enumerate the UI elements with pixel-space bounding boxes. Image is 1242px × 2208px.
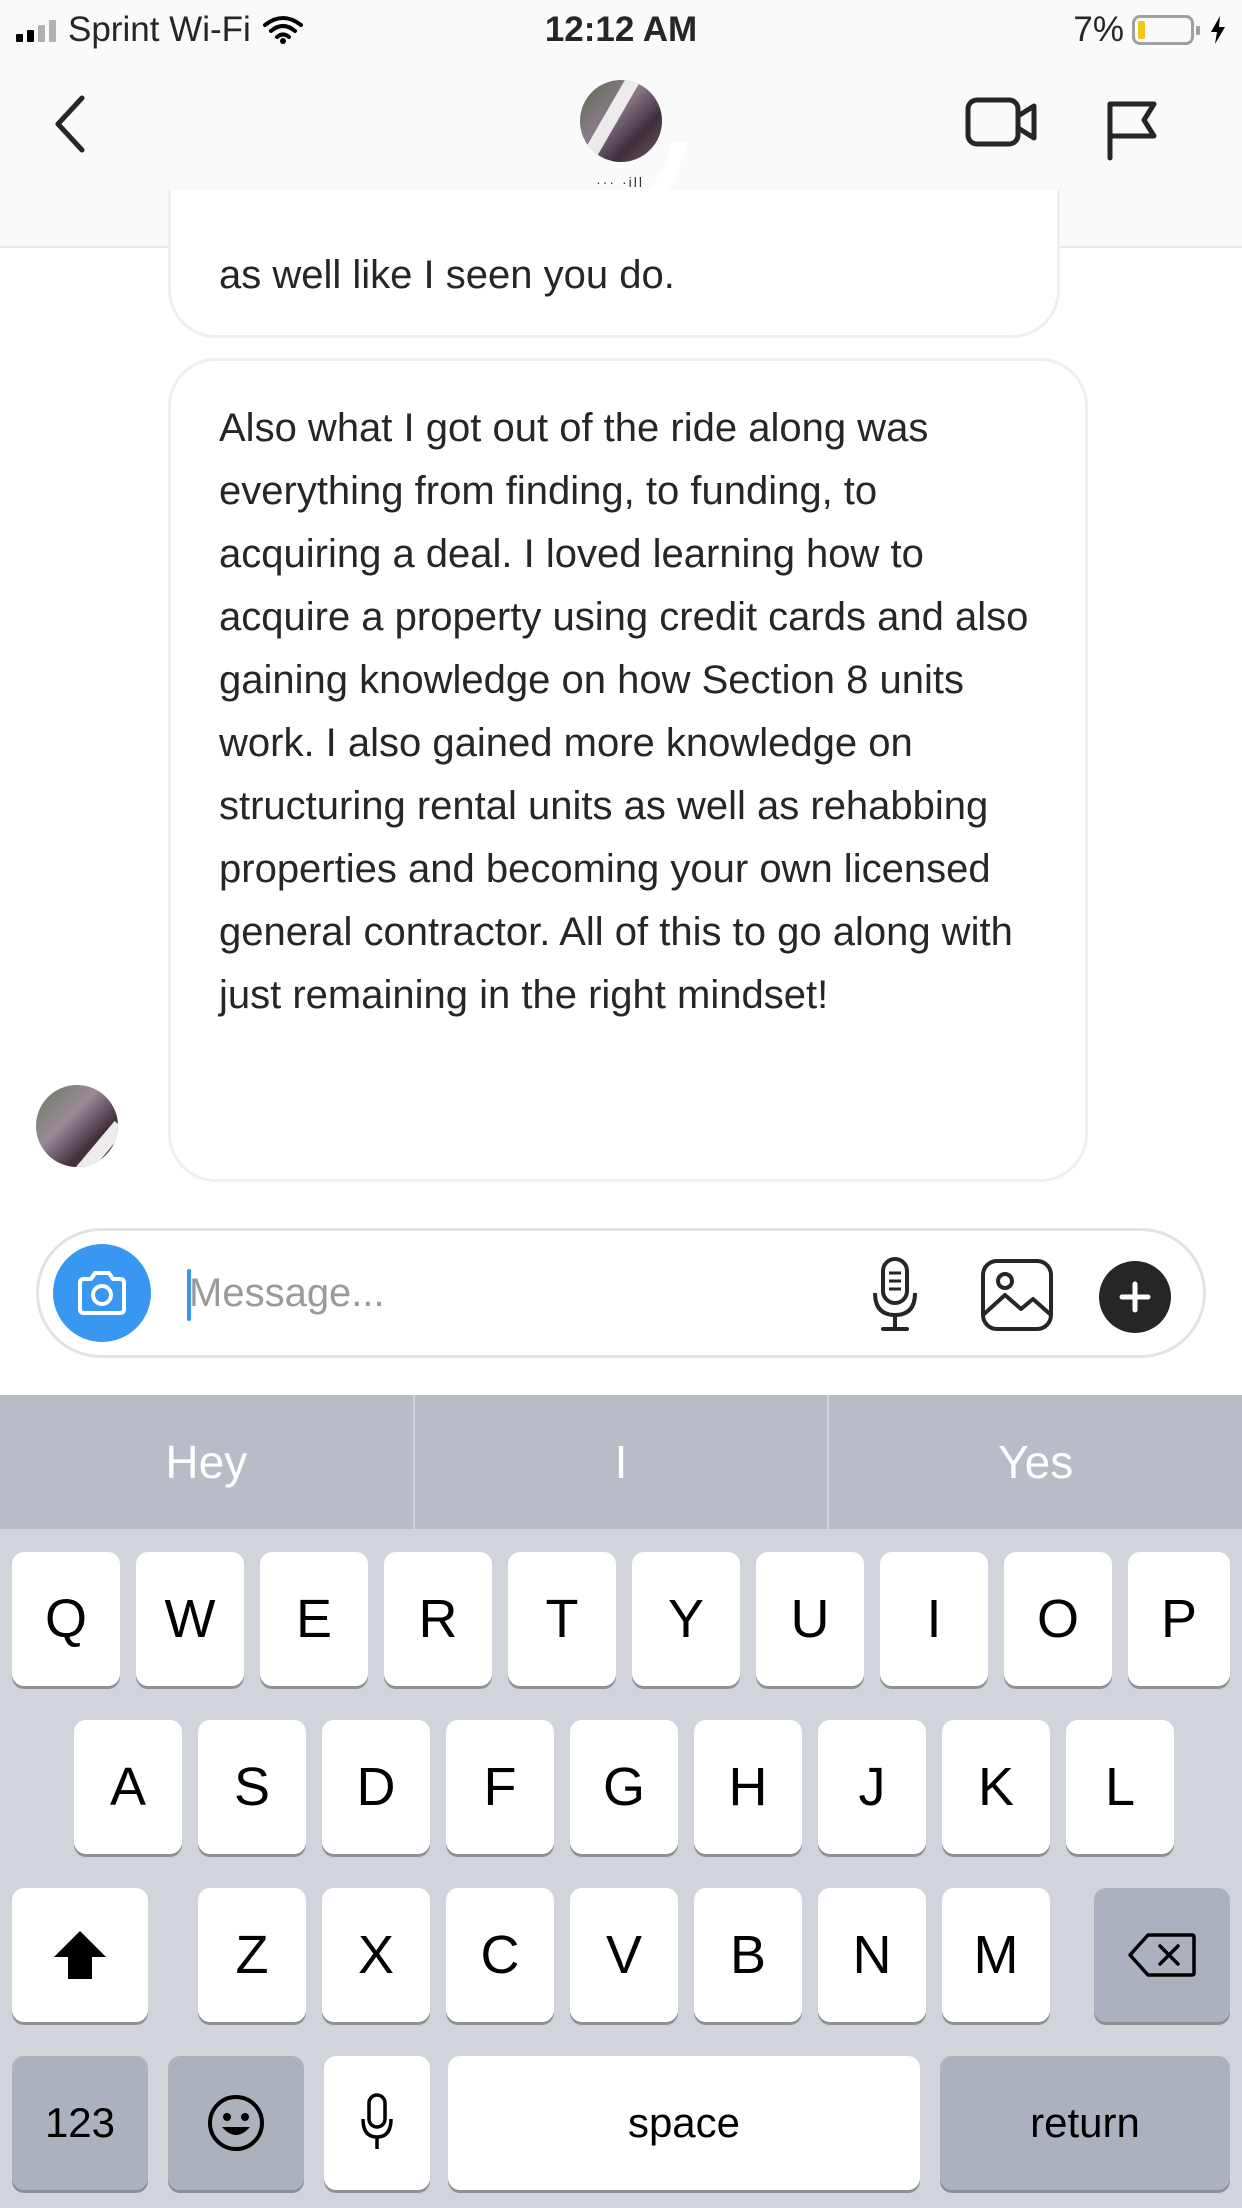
flag-icon — [1107, 101, 1157, 161]
suggestion-item[interactable]: Yes — [829, 1395, 1242, 1529]
plus-icon — [1119, 1281, 1151, 1313]
emoji-key[interactable] — [168, 2056, 304, 2190]
key-z[interactable]: Z — [198, 1888, 306, 2022]
suggestion-item[interactable]: I — [415, 1395, 830, 1529]
video-call-button[interactable] — [964, 92, 1040, 157]
battery-icon — [1132, 15, 1200, 45]
gallery-button[interactable] — [979, 1257, 1055, 1338]
shift-key[interactable] — [12, 1888, 148, 2022]
emoji-icon — [208, 2095, 264, 2151]
key-l[interactable]: L — [1066, 1720, 1174, 1854]
key-a[interactable]: A — [74, 1720, 182, 1854]
video-camera-icon — [965, 97, 1037, 147]
key-r[interactable]: R — [384, 1552, 492, 1686]
key-y[interactable]: Y — [632, 1552, 740, 1686]
key-b[interactable]: B — [694, 1888, 802, 2022]
keyboard: Hey I Yes Q W E R T Y U I O P A S D F G … — [0, 1395, 1242, 2208]
charging-bolt-icon — [1211, 16, 1225, 44]
key-k[interactable]: K — [942, 1720, 1050, 1854]
battery-percent: 7% — [1073, 10, 1124, 49]
message-composer — [36, 1228, 1206, 1358]
key-h[interactable]: H — [694, 1720, 802, 1854]
key-e[interactable]: E — [260, 1552, 368, 1686]
dictation-key[interactable] — [324, 2056, 430, 2190]
suggestion-item[interactable]: Hey — [0, 1395, 415, 1529]
key-p[interactable]: P — [1128, 1552, 1230, 1686]
battery-fill — [1138, 21, 1145, 39]
delete-key[interactable] — [1094, 1888, 1230, 2022]
microphone-icon — [873, 1257, 917, 1331]
status-right: 7% — [1073, 10, 1226, 50]
suggestion-bar: Hey I Yes — [0, 1395, 1242, 1529]
key-x[interactable]: X — [322, 1888, 430, 2022]
message-input[interactable] — [189, 1261, 849, 1325]
space-key[interactable]: space — [448, 2056, 920, 2190]
key-o[interactable]: O — [1004, 1552, 1112, 1686]
status-bar: Sprint Wi-Fi 12:12 AM 7% — [0, 0, 1242, 62]
status-time: 12:12 AM — [544, 10, 698, 49]
shift-arrow-icon — [54, 1931, 106, 1979]
image-icon — [981, 1259, 1053, 1331]
key-g[interactable]: G — [570, 1720, 678, 1854]
key-c[interactable]: C — [446, 1888, 554, 2022]
back-button[interactable] — [50, 92, 90, 161]
key-v[interactable]: V — [570, 1888, 678, 2022]
key-u[interactable]: U — [756, 1552, 864, 1686]
camera-icon — [78, 1271, 126, 1315]
sender-avatar[interactable] — [36, 1085, 118, 1167]
report-flag-button[interactable] — [1104, 98, 1160, 167]
key-m[interactable]: M — [942, 1888, 1050, 2022]
key-w[interactable]: W — [136, 1552, 244, 1686]
return-key[interactable]: return — [940, 2056, 1230, 2190]
chevron-left-icon — [55, 95, 85, 153]
key-f[interactable]: F — [446, 1720, 554, 1854]
numbers-key[interactable]: 123 — [12, 2056, 148, 2190]
microphone-icon — [361, 2093, 393, 2149]
camera-button[interactable] — [53, 1244, 151, 1342]
key-s[interactable]: S — [198, 1720, 306, 1854]
message-bubble[interactable]: Also what I got out of the ride along wa… — [168, 358, 1088, 1182]
key-n[interactable]: N — [818, 1888, 926, 2022]
key-t[interactable]: T — [508, 1552, 616, 1686]
backspace-icon — [1128, 1933, 1196, 1977]
more-options-button[interactable] — [1099, 1261, 1171, 1333]
key-j[interactable]: J — [818, 1720, 926, 1854]
key-i[interactable]: I — [880, 1552, 988, 1686]
key-q[interactable]: Q — [12, 1552, 120, 1686]
voice-message-button[interactable] — [867, 1255, 923, 1340]
key-d[interactable]: D — [322, 1720, 430, 1854]
message-bubble[interactable]: as well like I seen you do. — [168, 190, 1060, 338]
